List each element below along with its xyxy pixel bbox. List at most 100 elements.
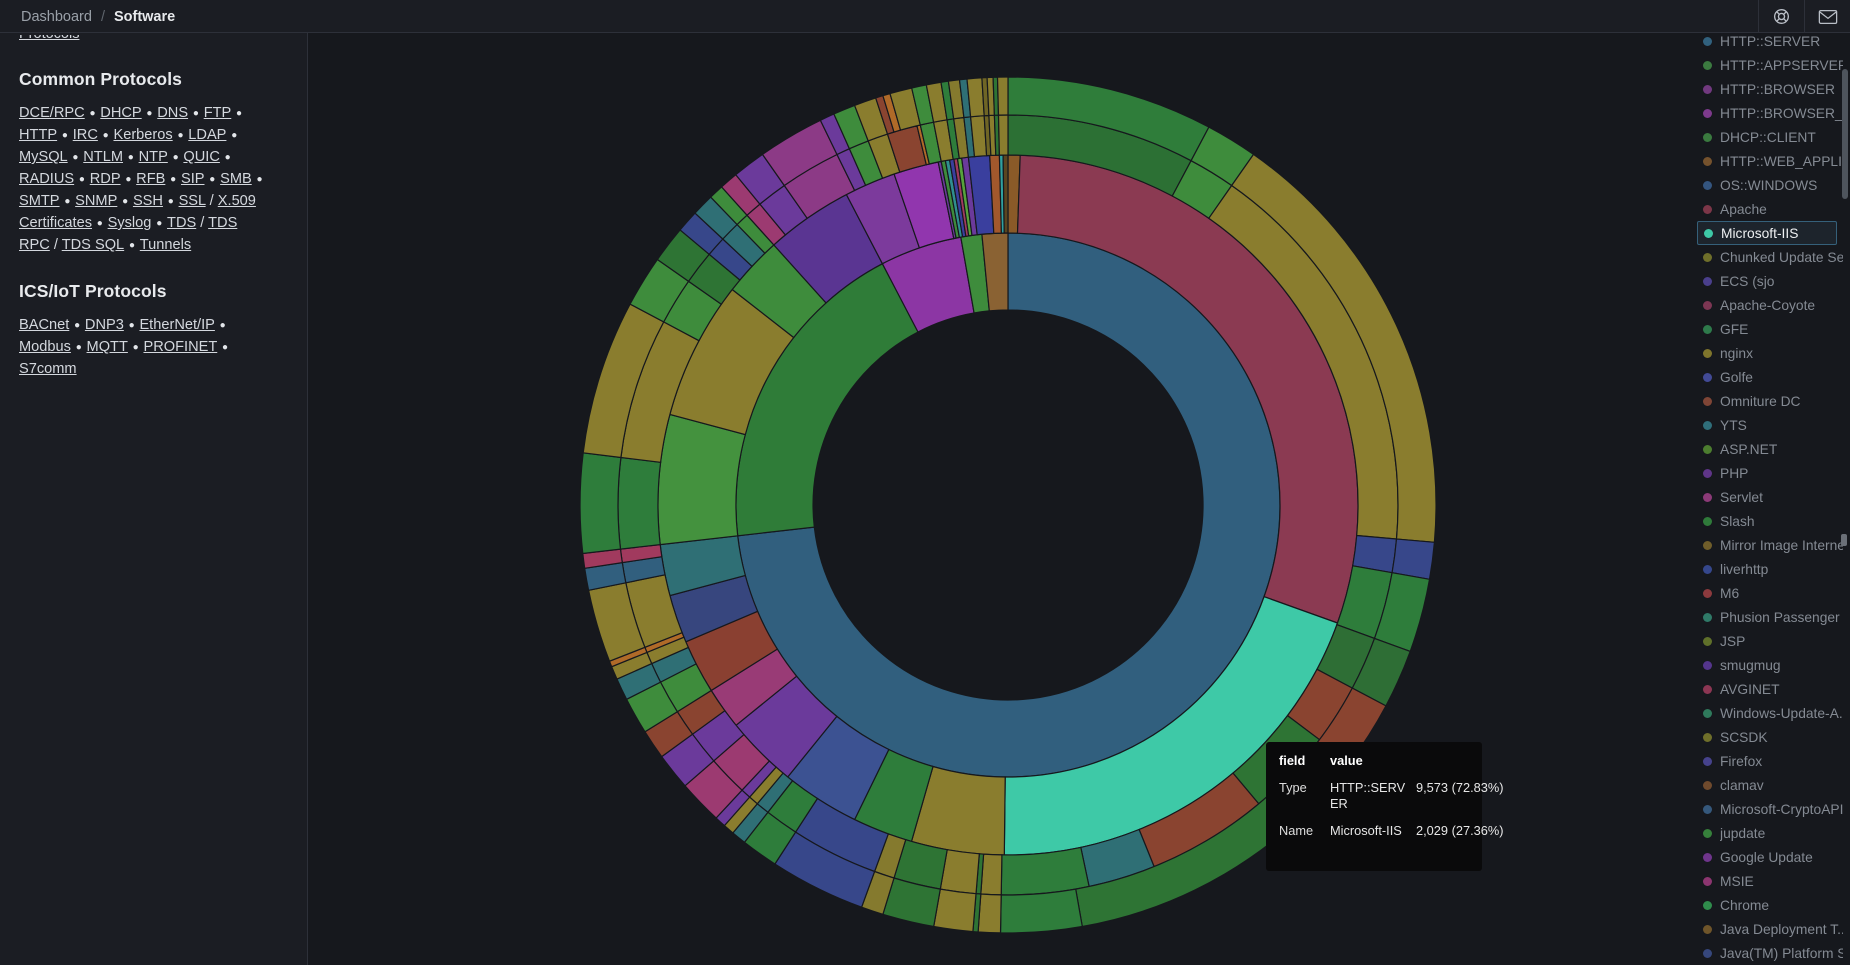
legend-item[interactable]: HTTP::BROWSER_P... bbox=[1697, 101, 1843, 125]
legend-item[interactable]: Golfe bbox=[1697, 365, 1843, 389]
legend-item[interactable]: Windows-Update-A... bbox=[1697, 701, 1843, 725]
protocol-link[interactable]: TDS bbox=[167, 215, 196, 231]
protocol-link[interactable]: NTLM bbox=[83, 149, 123, 165]
protocol-link[interactable]: Syslog bbox=[108, 215, 152, 231]
legend-dot-icon bbox=[1703, 133, 1712, 142]
protocol-link[interactable]: BACnet bbox=[19, 317, 69, 333]
legend-item[interactable]: Java(TM) Platform SE bbox=[1697, 941, 1843, 965]
protocol-link[interactable]: HTTP bbox=[19, 127, 57, 143]
legend-item[interactable]: Mirror Image Internet bbox=[1697, 533, 1843, 557]
legend-item[interactable]: JSP bbox=[1697, 629, 1843, 653]
legend-item[interactable]: jupdate bbox=[1697, 821, 1843, 845]
legend-label: Mirror Image Internet bbox=[1720, 538, 1843, 553]
legend-item[interactable]: Chrome bbox=[1697, 893, 1843, 917]
legend-item[interactable]: Apache-Coyote bbox=[1697, 293, 1843, 317]
sunburst-segment[interactable] bbox=[1001, 889, 1083, 933]
protocol-link[interactable]: TDS SQL bbox=[62, 237, 124, 253]
sunburst-segment[interactable] bbox=[618, 458, 661, 550]
sunburst-segment[interactable] bbox=[934, 889, 976, 932]
sunburst-segment[interactable] bbox=[981, 854, 1002, 895]
protocol-link[interactable]: FTP bbox=[204, 105, 232, 121]
legend-item[interactable]: HTTP::BROWSER bbox=[1697, 77, 1843, 101]
breadcrumb-dashboard-link[interactable]: Dashboard bbox=[21, 9, 92, 25]
legend-item[interactable]: liverhttp bbox=[1697, 557, 1843, 581]
scrollbar-mark[interactable] bbox=[1841, 534, 1847, 546]
clipped-link[interactable]: Protocols bbox=[19, 35, 109, 45]
legend-dot-icon bbox=[1703, 301, 1712, 310]
sunburst-segment[interactable] bbox=[658, 414, 745, 544]
legend-item[interactable]: PHP bbox=[1697, 461, 1843, 485]
legend-label: ECS (sjo bbox=[1720, 274, 1774, 289]
protocol-link[interactable]: QUIC bbox=[183, 149, 219, 165]
protocol-link[interactable]: RDP bbox=[90, 171, 121, 187]
protocol-link[interactable]: DNS bbox=[157, 105, 188, 121]
legend-item[interactable]: M6 bbox=[1697, 581, 1843, 605]
protocol-link[interactable]: SNMP bbox=[75, 193, 117, 209]
protocol-link[interactable]: NTP bbox=[139, 149, 168, 165]
protocol-link[interactable]: Modbus bbox=[19, 339, 71, 355]
scrollbar-thumb[interactable] bbox=[1842, 69, 1848, 199]
legend-item[interactable]: Google Update bbox=[1697, 845, 1843, 869]
protocol-link[interactable]: DHCP bbox=[100, 105, 141, 121]
mail-icon[interactable] bbox=[1805, 0, 1850, 33]
legend-item[interactable]: Omniture DC bbox=[1697, 389, 1843, 413]
protocol-link[interactable]: MySQL bbox=[19, 149, 68, 165]
protocol-link[interactable]: Kerberos bbox=[113, 127, 172, 143]
sunburst-segment[interactable] bbox=[967, 78, 984, 117]
sunburst-segment[interactable] bbox=[999, 115, 1009, 155]
protocol-link[interactable]: S7comm bbox=[19, 361, 77, 377]
legend-item[interactable]: Java Deployment T... bbox=[1697, 917, 1843, 941]
protocol-link[interactable]: RFB bbox=[136, 171, 165, 187]
protocol-link[interactable]: DCE/RPC bbox=[19, 105, 85, 121]
legend-label: Firefox bbox=[1720, 754, 1762, 769]
sunburst-segment[interactable] bbox=[1001, 847, 1089, 895]
protocol-link[interactable]: Tunnels bbox=[140, 237, 191, 253]
legend-item[interactable]: Slash bbox=[1697, 509, 1843, 533]
sunburst-segment[interactable] bbox=[998, 77, 1009, 115]
legend-item-selected[interactable]: Microsoft-IIS bbox=[1697, 221, 1837, 245]
legend-item[interactable]: nginx bbox=[1697, 341, 1843, 365]
legend-label: Phusion Passenger ... bbox=[1720, 610, 1843, 625]
legend-dot-icon bbox=[1703, 661, 1712, 670]
sunburst-segment[interactable] bbox=[978, 894, 1001, 933]
legend-label: clamav bbox=[1720, 778, 1764, 793]
help-icon[interactable] bbox=[1759, 0, 1804, 33]
protocol-link[interactable]: DNP3 bbox=[85, 317, 124, 333]
legend-item[interactable]: clamav bbox=[1697, 773, 1843, 797]
legend-item[interactable]: Microsoft-CryptoAPI bbox=[1697, 797, 1843, 821]
protocol-link[interactable]: MQTT bbox=[87, 339, 128, 355]
legend-item[interactable]: Apache bbox=[1697, 197, 1843, 221]
legend-item[interactable]: GFE bbox=[1697, 317, 1843, 341]
legend-item[interactable]: YTS bbox=[1697, 413, 1843, 437]
protocol-link[interactable]: SMTP bbox=[19, 193, 60, 209]
legend-item[interactable]: ASP.NET bbox=[1697, 437, 1843, 461]
legend-item[interactable]: Servlet bbox=[1697, 485, 1843, 509]
legend-item[interactable]: DHCP::CLIENT bbox=[1697, 125, 1843, 149]
legend-label: PHP bbox=[1720, 466, 1748, 481]
protocol-link[interactable]: SIP bbox=[181, 171, 205, 187]
protocol-link[interactable]: SMB bbox=[220, 171, 252, 187]
legend-item[interactable]: MSIE bbox=[1697, 869, 1843, 893]
legend-item[interactable]: HTTP::SERVER bbox=[1697, 33, 1843, 53]
legend-item[interactable]: Chunked Update Se... bbox=[1697, 245, 1843, 269]
legend-label: Chunked Update Se... bbox=[1720, 250, 1843, 265]
sunburst-segment[interactable] bbox=[580, 453, 621, 554]
legend-item[interactable]: HTTP::APPSERVER bbox=[1697, 53, 1843, 77]
legend-item[interactable]: SCSDK bbox=[1697, 725, 1843, 749]
legend-item[interactable]: OS::WINDOWS bbox=[1697, 173, 1843, 197]
sunburst-segment[interactable] bbox=[1003, 155, 1008, 233]
legend-item[interactable]: AVGINET bbox=[1697, 677, 1843, 701]
legend-item[interactable]: Firefox bbox=[1697, 749, 1843, 773]
protocol-link[interactable]: LDAP bbox=[188, 127, 226, 143]
legend-item[interactable]: Phusion Passenger ... bbox=[1697, 605, 1843, 629]
protocol-link[interactable]: SSL bbox=[179, 193, 206, 209]
legend-item[interactable]: ECS (sjo bbox=[1697, 269, 1843, 293]
protocol-link[interactable]: IRC bbox=[73, 127, 98, 143]
protocol-link[interactable]: RADIUS bbox=[19, 171, 74, 187]
legend-item[interactable]: smugmug bbox=[1697, 653, 1843, 677]
page-scrollbar[interactable] bbox=[1841, 33, 1850, 965]
protocol-link[interactable]: PROFINET bbox=[143, 339, 217, 355]
legend-item[interactable]: HTTP::WEB_APPLIC... bbox=[1697, 149, 1843, 173]
protocol-link[interactable]: SSH bbox=[133, 193, 163, 209]
protocol-link[interactable]: EtherNet/IP bbox=[139, 317, 214, 333]
